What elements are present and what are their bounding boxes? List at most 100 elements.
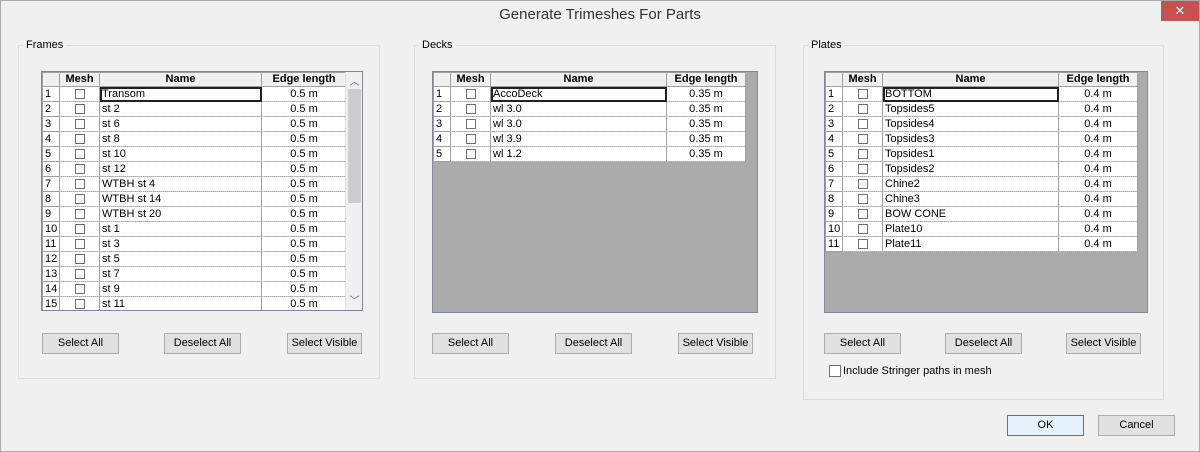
name-cell[interactable]: wl 3.9 [490, 131, 667, 147]
mesh-checkbox[interactable] [74, 164, 85, 175]
scrollbar-thumb[interactable] [348, 89, 361, 203]
row-number[interactable]: 10 [825, 221, 843, 237]
edge-length-cell[interactable]: 0.5 m [261, 116, 347, 132]
mesh-checkbox[interactable] [74, 134, 85, 145]
edge-length-cell[interactable]: 0.5 m [261, 131, 347, 147]
table-row[interactable]: 8 WTBH st 14 0.5 m [42, 191, 347, 207]
row-number[interactable]: 11 [42, 236, 60, 252]
row-number[interactable]: 6 [825, 161, 843, 177]
row-number[interactable]: 5 [42, 146, 60, 162]
table-row[interactable]: 7 WTBH st 4 0.5 m [42, 176, 347, 192]
name-cell[interactable]: st 6 [99, 116, 262, 132]
mesh-checkbox[interactable] [74, 104, 85, 115]
table-row[interactable]: 3 Topsides4 0.4 m [825, 116, 1138, 132]
edge-length-cell[interactable]: 0.35 m [666, 131, 746, 147]
mesh-checkbox[interactable] [74, 254, 85, 265]
name-column-header[interactable]: Name [490, 72, 667, 87]
edge-length-column-header[interactable]: Edge length [1058, 72, 1138, 87]
name-cell[interactable]: Chine3 [882, 191, 1059, 207]
edge-length-cell[interactable]: 0.4 m [1058, 101, 1138, 117]
mesh-column-header[interactable]: Mesh [59, 72, 100, 87]
row-number[interactable]: 4 [433, 131, 451, 147]
mesh-checkbox[interactable] [74, 299, 85, 310]
name-cell[interactable]: Topsides4 [882, 116, 1059, 132]
row-number[interactable]: 11 [825, 236, 843, 252]
mesh-checkbox[interactable] [857, 209, 868, 220]
edge-length-cell[interactable]: 0.5 m [261, 206, 347, 222]
name-cell[interactable]: Topsides1 [882, 146, 1059, 162]
plates-select-visible-button[interactable]: Select Visible [1066, 333, 1141, 354]
edge-length-column-header[interactable]: Edge length [666, 72, 746, 87]
table-row[interactable]: 14 st 9 0.5 m [42, 281, 347, 297]
table-row[interactable]: 2 wl 3.0 0.35 m [433, 101, 746, 117]
mesh-checkbox[interactable] [74, 239, 85, 250]
edge-length-cell[interactable]: 0.5 m [261, 296, 347, 310]
table-row[interactable]: 3 st 6 0.5 m [42, 116, 347, 132]
row-number[interactable]: 13 [42, 266, 60, 282]
mesh-checkbox[interactable] [74, 179, 85, 190]
table-row[interactable]: 3 wl 3.0 0.35 m [433, 116, 746, 132]
decks-deselect-all-button[interactable]: Deselect All [555, 333, 632, 354]
mesh-checkbox[interactable] [857, 104, 868, 115]
edge-length-cell[interactable]: 0.5 m [261, 266, 347, 282]
row-number[interactable]: 1 [42, 86, 60, 102]
edge-length-cell[interactable]: 0.5 m [261, 251, 347, 267]
mesh-checkbox[interactable] [74, 89, 85, 100]
mesh-checkbox[interactable] [465, 119, 476, 130]
mesh-checkbox[interactable] [857, 179, 868, 190]
edge-length-cell[interactable]: 0.4 m [1058, 116, 1138, 132]
row-number[interactable]: 7 [42, 176, 60, 192]
mesh-checkbox[interactable] [857, 119, 868, 130]
row-number[interactable]: 5 [433, 146, 451, 162]
table-row[interactable]: 1 BOTTOM 0.4 m [825, 86, 1138, 102]
mesh-checkbox[interactable] [857, 194, 868, 205]
row-number[interactable]: 14 [42, 281, 60, 297]
edge-length-cell[interactable]: 0.4 m [1058, 146, 1138, 162]
name-cell[interactable]: Chine2 [882, 176, 1059, 192]
edge-length-cell[interactable]: 0.5 m [261, 161, 347, 177]
name-cell[interactable]: st 2 [99, 101, 262, 117]
name-cell[interactable]: WTBH st 14 [99, 191, 262, 207]
edge-length-cell[interactable]: 0.5 m [261, 281, 347, 297]
row-number[interactable]: 2 [433, 101, 451, 117]
include-stringer-checkbox-row[interactable]: Include Stringer paths in mesh [829, 365, 992, 378]
edge-length-cell[interactable]: 0.5 m [261, 191, 347, 207]
mesh-checkbox[interactable] [857, 134, 868, 145]
mesh-checkbox[interactable] [74, 149, 85, 160]
mesh-checkbox[interactable] [465, 104, 476, 115]
row-number[interactable]: 5 [825, 146, 843, 162]
name-cell[interactable]: Topsides5 [882, 101, 1059, 117]
name-cell[interactable]: st 7 [99, 266, 262, 282]
name-cell[interactable]: wl 1.2 [490, 146, 667, 162]
frames-grid[interactable]: Mesh Name Edge length 1 Transom 0.5 m 2st 2… [41, 71, 363, 311]
row-number[interactable]: 2 [825, 101, 843, 117]
table-row[interactable]: 1 AccoDeck 0.35 m [433, 86, 746, 102]
plates-select-all-button[interactable]: Select All [824, 333, 901, 354]
row-number[interactable]: 7 [825, 176, 843, 192]
table-row[interactable]: 8 Chine3 0.4 m [825, 191, 1138, 207]
mesh-column-header[interactable]: Mesh [842, 72, 883, 87]
row-number[interactable]: 3 [433, 116, 451, 132]
frames-select-visible-button[interactable]: Select Visible [287, 333, 362, 354]
plates-grid[interactable]: Mesh Name Edge length 1 BOTTOM 0.4 m 2 Topsi… [824, 71, 1148, 313]
name-cell[interactable]: Plate11 [882, 236, 1059, 252]
frames-deselect-all-button[interactable]: Deselect All [164, 333, 241, 354]
row-number[interactable]: 4 [42, 131, 60, 147]
row-number[interactable]: 8 [825, 191, 843, 207]
row-number[interactable]: 12 [42, 251, 60, 267]
edge-length-cell[interactable]: 0.4 m [1058, 221, 1138, 237]
frames-scrollbar[interactable]: ︿ ﹀ [345, 72, 362, 310]
edge-length-cell[interactable]: 0.4 m [1058, 161, 1138, 177]
table-row[interactable]: 10 st 1 0.5 m [42, 221, 347, 237]
name-column-header[interactable]: Name [99, 72, 262, 87]
mesh-column-header[interactable]: Mesh [450, 72, 491, 87]
mesh-checkbox[interactable] [74, 224, 85, 235]
row-number[interactable]: 8 [42, 191, 60, 207]
edge-length-cell[interactable]: 0.35 m [666, 116, 746, 132]
row-number[interactable]: 4 [825, 131, 843, 147]
edge-length-cell[interactable]: 0.5 m [261, 101, 347, 117]
table-row[interactable]: 6 Topsides2 0.4 m [825, 161, 1138, 177]
name-cell[interactable]: Topsides2 [882, 161, 1059, 177]
table-row[interactable]: 4 st 8 0.5 m [42, 131, 347, 147]
scroll-down-icon[interactable]: ﹀ [346, 292, 362, 307]
